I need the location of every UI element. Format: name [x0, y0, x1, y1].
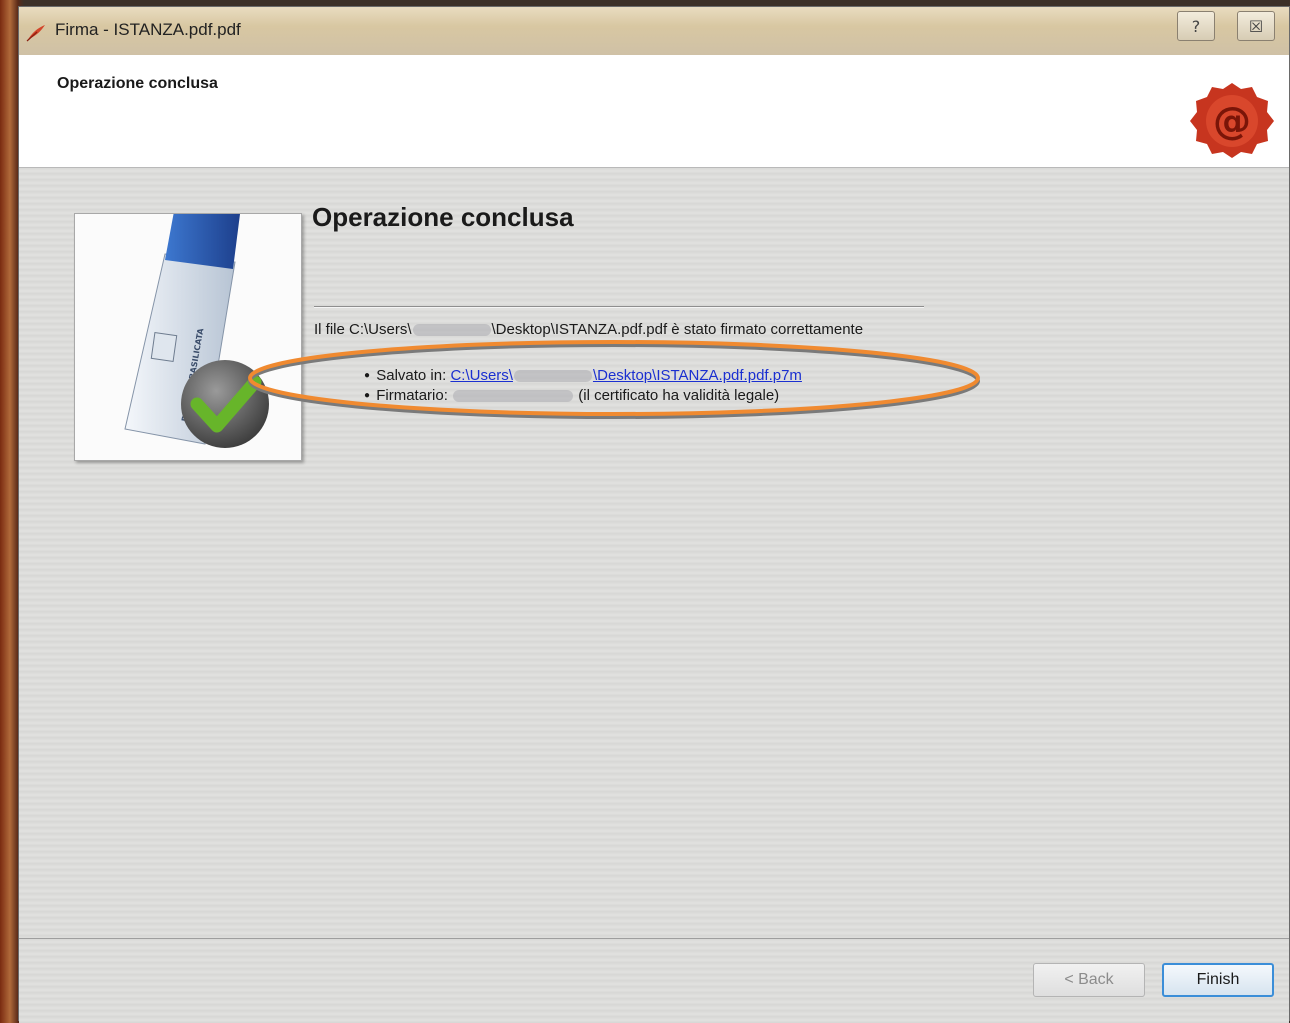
signer-row: ● Firmatario: (il certificato ha validit… [364, 386, 802, 406]
title-bar[interactable]: Firma - ISTANZA.pdf.pdf ? ☒ [19, 7, 1289, 56]
saved-file-link-prefix: C:\Users\ [450, 367, 513, 384]
finish-button[interactable]: Finish [1162, 963, 1274, 997]
status-suffix: \Desktop\ISTANZA.pdf.pdf è stato firmato… [491, 321, 864, 338]
saved-in-label: Salvato in: [376, 367, 447, 384]
wizard-footer: < Back Finish [19, 938, 1289, 1023]
bullet-icon: ● [364, 390, 371, 402]
redacted-signer-name [453, 390, 574, 403]
signing-dialog-window: Firma - ISTANZA.pdf.pdf ? ☒ Operazione c… [18, 6, 1290, 1023]
help-icon: ? [1191, 16, 1201, 36]
status-prefix: Il file C:\Users\ [314, 321, 412, 338]
wizard-header: Operazione conclusa @ [19, 55, 1289, 168]
status-message: Il file C:\Users\ \Desktop\ISTANZA.pdf.pd… [314, 321, 863, 338]
svg-text:@: @ [1213, 99, 1251, 143]
close-icon: ☒ [1248, 16, 1264, 36]
signer-note: (il certificato ha validità legale) [578, 387, 780, 405]
saved-in-row: ● Salvato in: C:\Users\ \Desktop\ISTANZA.… [364, 366, 802, 386]
close-button[interactable]: ☒ [1237, 11, 1275, 41]
window-title: Firma - ISTANZA.pdf.pdf [55, 20, 241, 39]
wizard-content: REGIONE BASILICATA Operazione conclusa I… [19, 168, 1289, 938]
title-divider [314, 306, 924, 308]
saved-file-link-suffix: \Desktop\ISTANZA.pdf.pdf.p7m [592, 367, 802, 384]
main-title: Operazione conclusa [312, 202, 574, 232]
bullet-icon: ● [364, 370, 371, 382]
redacted-username [412, 324, 491, 337]
signature-details: ● Salvato in: C:\Users\ \Desktop\ISTANZA.… [364, 366, 802, 406]
back-button[interactable]: < Back [1033, 963, 1145, 997]
usb-token-illustration: REGIONE BASILICATA [74, 206, 302, 461]
app-feather-icon [25, 23, 47, 43]
header-title: Operazione conclusa [57, 75, 218, 92]
saved-file-link[interactable]: C:\Users\ \Desktop\ISTANZA.pdf.pdf.p7m [450, 367, 802, 384]
redacted-username [513, 370, 592, 383]
wax-seal-logo-icon: @ [1187, 79, 1277, 161]
help-button[interactable]: ? [1177, 11, 1215, 41]
signer-label: Firmatario: [376, 387, 448, 405]
